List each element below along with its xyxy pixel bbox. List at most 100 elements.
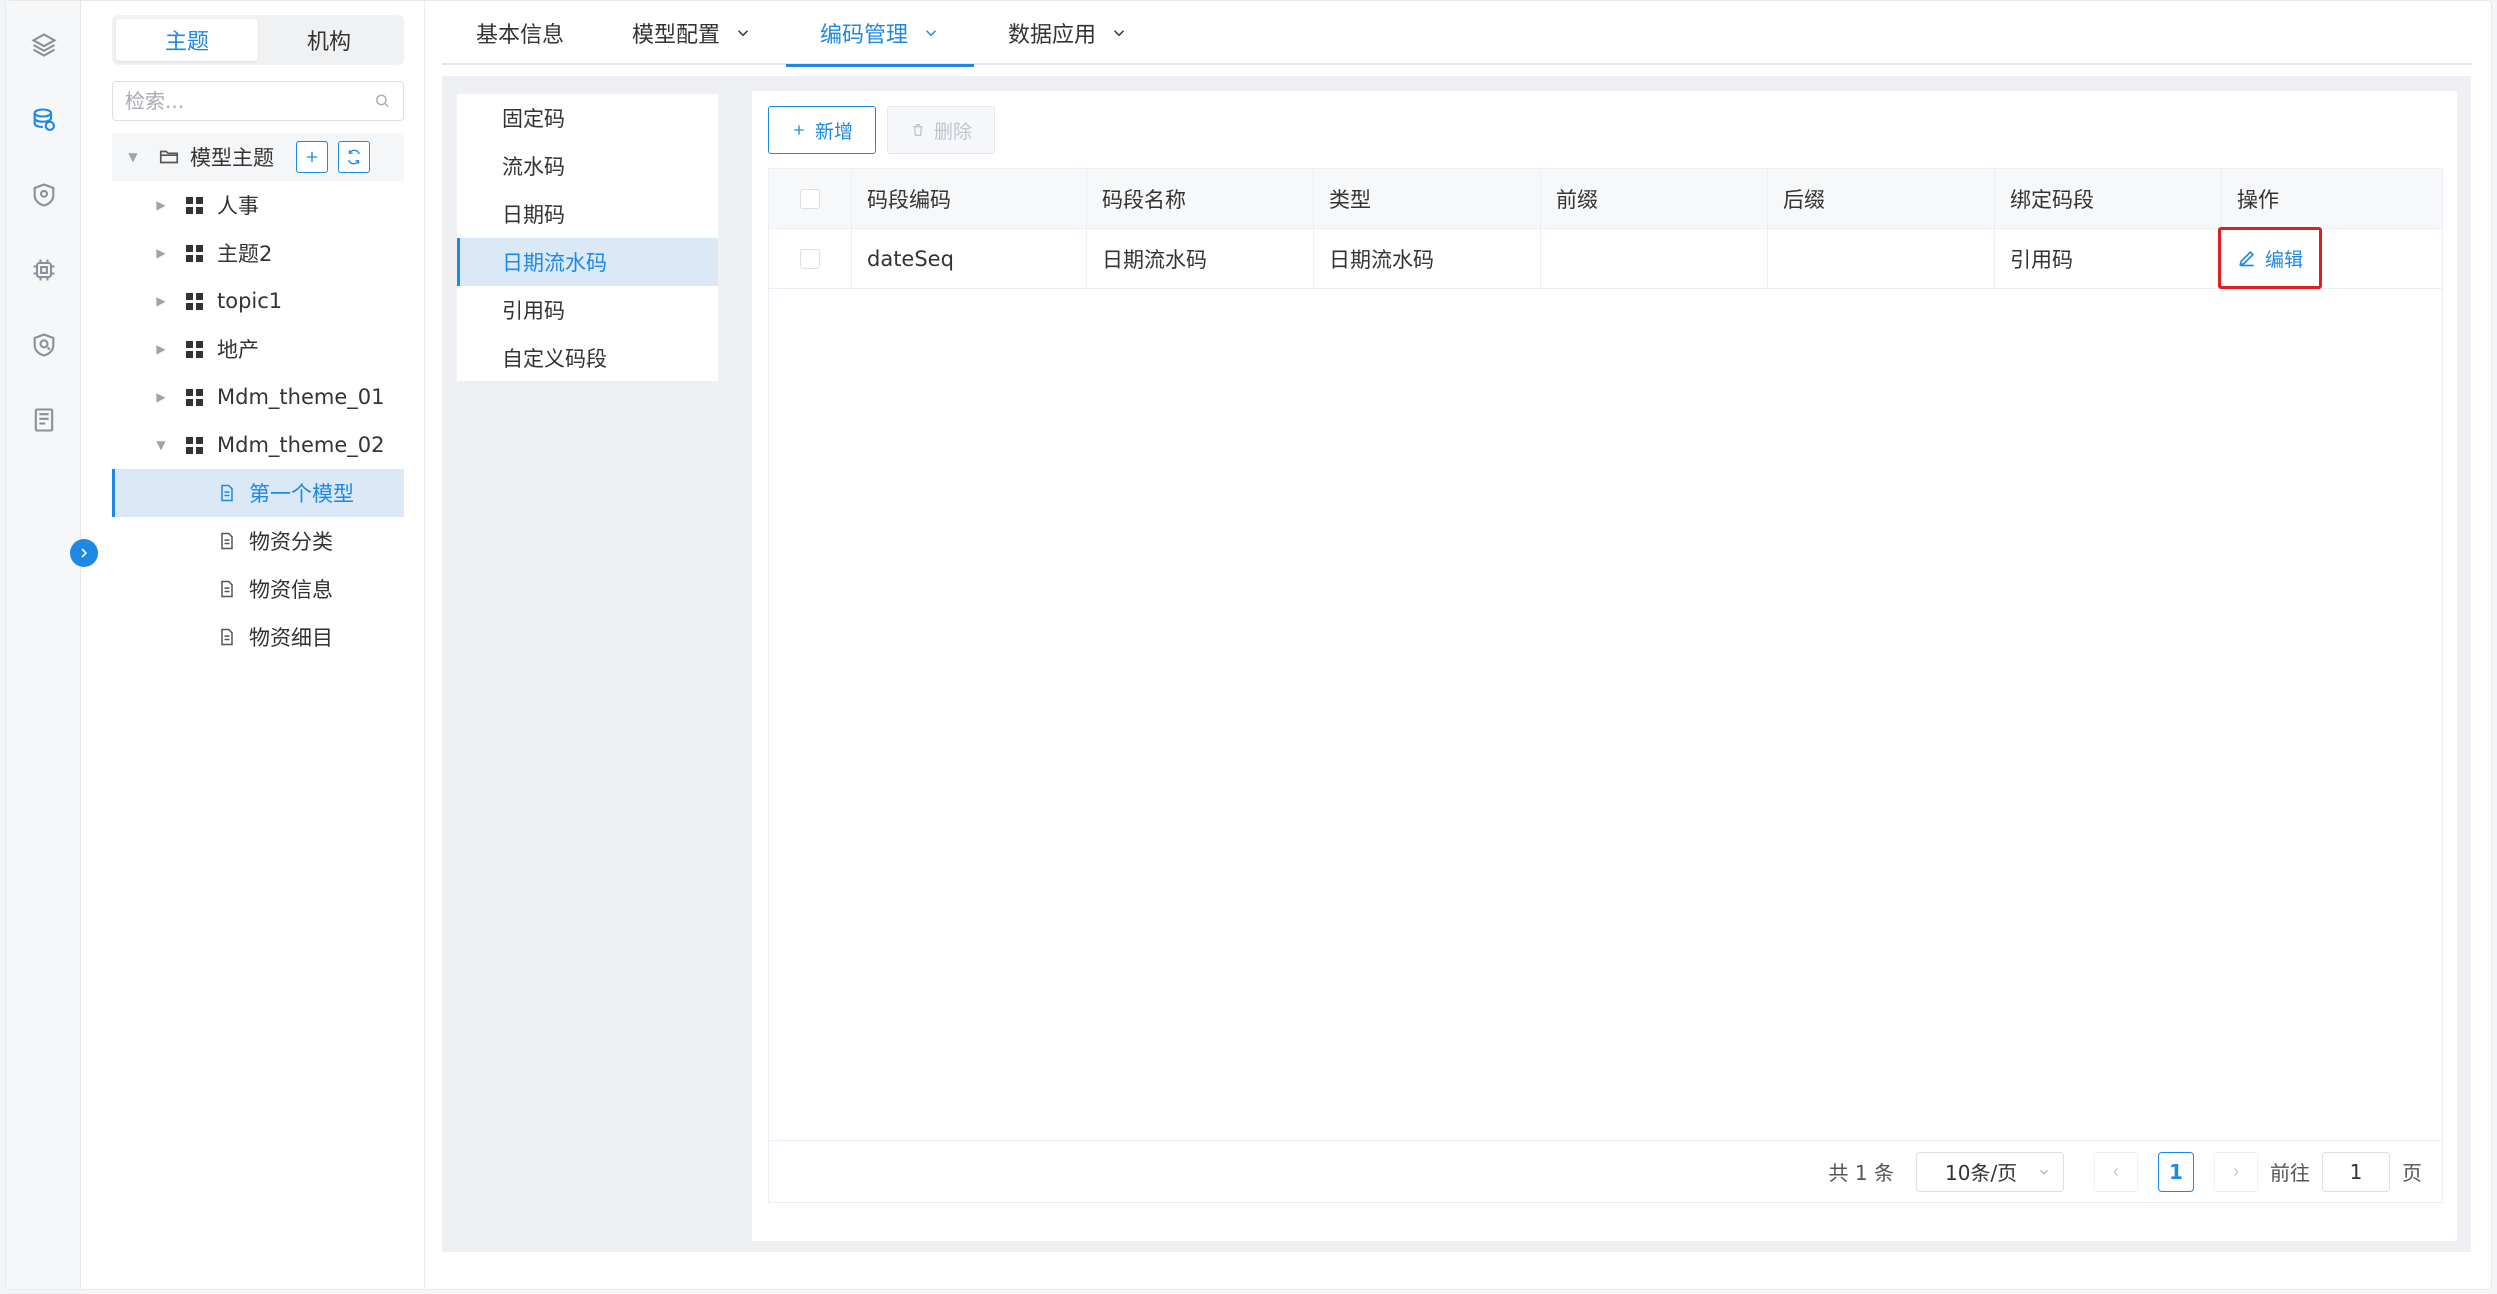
row-checkbox[interactable] xyxy=(800,248,820,269)
tree-root-label: 模型主题 xyxy=(190,146,274,170)
tree-item-label: 地产 xyxy=(217,338,259,362)
tab-basic-info[interactable]: 基本信息 xyxy=(442,1,598,65)
subnav-item[interactable]: 引用码 xyxy=(457,286,718,334)
tree-child-item[interactable]: 物资分类 xyxy=(112,517,404,565)
subnav-item[interactable]: 流水码 xyxy=(457,142,718,190)
column-header: 前缀 xyxy=(1541,169,1768,228)
caret-right-icon[interactable]: ▶ xyxy=(154,294,168,308)
tree-child-item[interactable]: 物资细目 xyxy=(112,613,404,661)
expand-rail-button[interactable] xyxy=(70,539,98,567)
chip-icon[interactable] xyxy=(30,256,58,284)
caret-down-icon[interactable]: ▼ xyxy=(126,150,140,164)
code-type-nav: 固定码 流水码 日期码 日期流水码 引用码 自定义码段 xyxy=(457,94,718,381)
refresh-tree-button[interactable] xyxy=(338,141,370,173)
tab-data-application[interactable]: 数据应用 xyxy=(974,1,1162,65)
tree-child-label: 物资分类 xyxy=(249,530,333,554)
cell-name: 日期流水码 xyxy=(1087,229,1314,288)
file-icon xyxy=(221,532,233,550)
goto-page-input[interactable] xyxy=(2322,1151,2390,1192)
total-count: 共 1 条 xyxy=(1828,1161,1894,1185)
chevron-down-icon xyxy=(2040,1169,2048,1175)
page-number[interactable]: 1 xyxy=(2158,1151,2194,1192)
tree-item-label: 人事 xyxy=(217,194,259,218)
caret-right-icon[interactable]: ▶ xyxy=(154,390,168,404)
next-page-button[interactable] xyxy=(2214,1151,2258,1192)
chevron-down-icon xyxy=(926,30,937,37)
delete-button[interactable]: 删除 xyxy=(887,106,996,154)
grid-icon xyxy=(186,436,203,454)
security-shield-icon[interactable] xyxy=(30,331,58,359)
table-row[interactable]: dateSeq 日期流水码 日期流水码 引用码 编辑 xyxy=(769,227,2442,289)
subnav-item[interactable]: 自定义码段 xyxy=(457,334,718,382)
tree-item[interactable]: ▶ 人事 xyxy=(112,181,404,229)
database-icon[interactable] xyxy=(30,106,58,134)
tree-child-item[interactable]: 物资信息 xyxy=(112,565,404,613)
plus-icon xyxy=(306,151,318,163)
caret-right-icon[interactable]: ▶ xyxy=(154,342,168,356)
chevron-down-icon xyxy=(738,30,749,37)
segment-switch: 主题 机构 xyxy=(112,15,404,65)
layers-icon[interactable] xyxy=(30,31,58,59)
page-size-select[interactable]: 10条/页 xyxy=(1916,1151,2064,1192)
tree-child-item-selected[interactable]: 第一个模型 xyxy=(112,469,404,517)
edit-button-label: 编辑 xyxy=(2265,248,2304,271)
shield-location-icon[interactable] xyxy=(30,181,58,209)
tree-child-label: 物资细目 xyxy=(249,626,333,650)
subnav-item[interactable]: 日期码 xyxy=(457,190,718,238)
file-icon xyxy=(221,580,233,598)
table-header: 码段编码 码段名称 类型 前缀 后缀 绑定码段 操作 xyxy=(769,169,2442,229)
caret-down-icon[interactable]: ▼ xyxy=(154,438,168,452)
grid-icon xyxy=(186,292,203,310)
search-icon[interactable] xyxy=(374,92,391,110)
tree-item[interactable]: ▶ topic1 xyxy=(112,277,404,325)
pagination: 共 1 条 10条/页 1 前往 页 xyxy=(769,1140,2442,1202)
page-size-value: 10条/页 xyxy=(1945,1161,2018,1185)
goto-label: 前往 xyxy=(2270,1161,2310,1185)
tree-item[interactable]: ▶ 地产 xyxy=(112,325,404,373)
tree-item-label: 主题2 xyxy=(217,242,273,266)
tab-label: 基本信息 xyxy=(476,23,565,48)
chevron-left-icon xyxy=(2113,1167,2119,1176)
caret-right-icon[interactable]: ▶ xyxy=(154,246,168,260)
tab-model-config[interactable]: 模型配置 xyxy=(598,1,786,65)
subnav-item-selected[interactable]: 日期流水码 xyxy=(457,238,718,286)
segment-theme[interactable]: 主题 xyxy=(116,19,258,61)
grid-icon xyxy=(186,196,203,214)
cell-code: dateSeq xyxy=(852,229,1087,288)
tree-item[interactable]: ▼ Mdm_theme_02 xyxy=(112,421,404,469)
cell-action: 编辑 xyxy=(2218,227,2442,289)
subnav-item[interactable]: 固定码 xyxy=(457,94,718,142)
code-segment-panel: 新增 删除 码段编码 码段名称 类型 前缀 后缀 绑定码段 操作 dateSeq… xyxy=(752,91,2457,1241)
edit-button[interactable]: 编辑 xyxy=(2218,227,2323,289)
search-box xyxy=(112,81,404,121)
tree-root[interactable]: ▼ 模型主题 xyxy=(112,133,404,181)
chevron-down-icon xyxy=(1114,30,1125,37)
add-theme-button[interactable] xyxy=(296,141,328,173)
search-input[interactable] xyxy=(125,89,374,113)
tab-code-management[interactable]: 编码管理 xyxy=(786,1,975,67)
grid-icon xyxy=(186,340,203,358)
tree-item[interactable]: ▶ 主题2 xyxy=(112,229,404,277)
tree-item[interactable]: ▶ Mdm_theme_01 xyxy=(112,373,404,421)
segment-org[interactable]: 机构 xyxy=(258,19,400,61)
document-list-icon[interactable] xyxy=(30,406,58,434)
cell-prefix xyxy=(1541,229,1768,288)
tree-item-label: Mdm_theme_02 xyxy=(217,433,385,457)
add-button[interactable]: 新增 xyxy=(768,106,877,154)
tab-label: 数据应用 xyxy=(1008,23,1097,48)
column-header: 码段名称 xyxy=(1087,169,1314,228)
file-icon xyxy=(221,628,233,646)
grid-icon xyxy=(186,244,203,262)
tree-panel: 主题 机构 ▼ 模型主题 ▶ 人事 ▶ 主题2 ▶ topic1 xyxy=(82,1,425,1289)
add-button-label: 新增 xyxy=(815,120,854,143)
column-header: 码段编码 xyxy=(852,169,1087,228)
tree-child-label: 第一个模型 xyxy=(249,482,354,506)
app-window: 主题 机构 ▼ 模型主题 ▶ 人事 ▶ 主题2 ▶ topic1 xyxy=(5,0,2492,1290)
caret-right-icon[interactable]: ▶ xyxy=(154,198,168,212)
cell-suffix xyxy=(1768,229,1995,288)
file-icon xyxy=(221,484,233,502)
cell-type: 日期流水码 xyxy=(1314,229,1541,288)
prev-page-button[interactable] xyxy=(2094,1151,2138,1192)
select-all-checkbox[interactable] xyxy=(800,188,820,209)
chevron-right-icon xyxy=(81,548,88,558)
